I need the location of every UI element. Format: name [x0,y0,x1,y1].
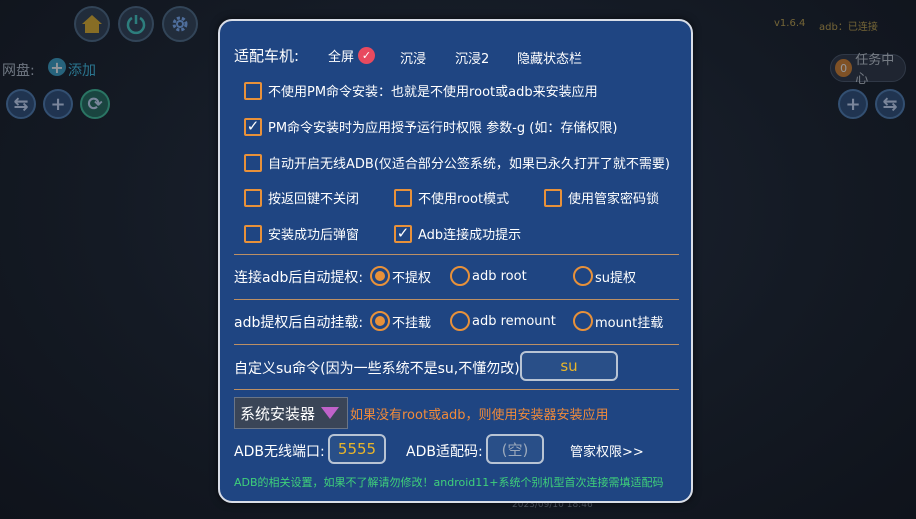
checkbox-pm-grant-permissions[interactable]: ✓ PM命令安装时为应用授予运行时权限 参数-g (如：存储权限) [244,117,617,136]
checkbox-no-root-mode[interactable]: 不使用root模式 [394,188,509,207]
auto-mount-row: adb提权后自动挂载: [234,312,363,332]
footer-note: ADB的相关设置，如果不了解请勿修改！android11+系统个别机型首次连接需… [234,474,664,490]
plus-icon[interactable]: + [43,89,73,119]
task-center-button[interactable]: 0 任务中心 [830,53,906,87]
installer-hint: 如果没有root或adb，则使用安装器安装应用 [350,404,609,423]
car-adapt-option-immersive2[interactable]: 沉浸2 [455,48,489,67]
installer-dropdown[interactable]: 系统安装器 [234,397,348,429]
adb-pair-input[interactable]: (空) [486,434,544,464]
auto-grant-row: 连接adb后自动提权: [234,267,363,287]
auto-mount-label: adb提权后自动挂载: [234,315,364,331]
checkbox-label: 安装成功后弹窗 [268,228,360,243]
checkbox-label: 使用管家密码锁 [568,192,660,207]
netdisk-label: 网盘: [2,63,35,79]
su-command-row: 自定义su命令(因为一些系统不是su,不懂勿改): [234,358,524,378]
divider [234,389,679,390]
checkbox-box[interactable] [244,224,262,243]
radio-label: adb root [472,268,527,284]
option-label: 沉浸 [400,52,427,67]
su-command-input[interactable]: su [520,351,618,381]
radio-button[interactable] [573,266,593,286]
manager-permission-text: 管家权限>> [570,445,644,460]
settings-dialog: 适配车机: 全屏 ✓ 沉浸 沉浸2 隐藏状态栏 不使用PM命令安装：也就是不使用… [218,19,693,503]
radio-label: su提权 [595,270,637,286]
installer-hint-text: 如果没有root或adb，则使用安装器安装应用 [350,408,609,423]
manager-permission-link[interactable]: 管家权限>> [570,441,644,460]
radio-button[interactable] [450,266,470,286]
adb-status: adb：已连接 [819,22,878,33]
su-command-label: 自定义su命令(因为一些系统不是su,不懂勿改): [234,361,525,377]
auto-grant-label: 连接adb后自动提权: [234,270,364,286]
checkbox-auto-wireless-adb[interactable]: 自动开启无线ADB(仅适合部分公签系统，如果已永久打开了就不需要) [244,153,670,172]
radio-button[interactable] [370,266,390,286]
radio-adb-root[interactable]: adb root [450,266,527,286]
checkbox-install-success-popup[interactable]: 安装成功后弹窗 [244,224,359,243]
add-icon[interactable]: + [48,58,66,77]
power-icon[interactable] [118,6,154,42]
radio-button[interactable] [450,311,470,331]
checkbox-label: 不使用PM命令安装：也就是不使用root或adb来安装应用 [268,85,598,100]
sync-icon[interactable]: ⟳ [80,89,110,119]
car-adapt-label: 适配车机: [234,47,300,65]
adb-port-label: ADB无线端口: [234,444,325,460]
radio-button[interactable] [573,311,593,331]
add-link[interactable]: 添加 [68,60,96,80]
option-label: 隐藏状态栏 [517,52,583,67]
task-center-label: 任务中心 [855,53,895,87]
checkbox-label: 按返回键不关闭 [268,192,360,207]
checkbox-manager-password-lock[interactable]: 使用管家密码锁 [544,188,659,207]
checkbox-label: 不使用root模式 [418,192,510,207]
checkbox-box[interactable]: ✓ [394,224,412,243]
car-adapt-option-hide-statusbar[interactable]: 隐藏状态栏 [517,48,582,67]
divider [234,344,679,345]
car-adapt-option-fullscreen[interactable]: 全屏 ✓ [328,46,376,65]
radio-label: adb remount [472,313,556,329]
adb-pair-row: ADB适配码: [406,441,483,461]
radio-mount[interactable]: mount挂载 [573,311,663,331]
swap-icon[interactable]: ⇆ [6,89,36,119]
adb-port-row: ADB无线端口: [234,441,325,461]
radio-no-grant[interactable]: 不提权 [370,266,431,286]
radio-label: 不挂载 [392,315,432,331]
checkbox-no-pm-install[interactable]: 不使用PM命令安装：也就是不使用root或adb来安装应用 [244,81,598,100]
checkbox-box[interactable] [244,188,262,207]
adb-pair-label: ADB适配码: [406,444,483,460]
option-label: 沉浸2 [455,52,490,67]
swap-icon[interactable]: ⇆ [875,89,905,119]
plus-icon[interactable]: + [838,89,868,119]
checkbox-box[interactable] [394,188,412,207]
check-circle-icon: ✓ [358,47,376,64]
radio-label: 不提权 [392,270,432,286]
checkbox-label: 自动开启无线ADB(仅适合部分公签系统，如果已永久打开了就不需要) [268,157,670,172]
checkbox-adb-connect-tip[interactable]: ✓ Adb连接成功提示 [394,224,521,243]
gear-icon[interactable] [162,6,198,42]
footer-note-text: ADB的相关设置，如果不了解请勿修改！android11+系统个别机型首次连接需… [234,476,664,489]
dropdown-arrow-icon [321,407,340,419]
task-count-badge: 0 [835,59,853,77]
checkbox-box[interactable] [544,188,562,207]
divider [234,299,679,300]
checkbox-back-no-close[interactable]: 按返回键不关闭 [244,188,359,207]
radio-adb-remount[interactable]: adb remount [450,311,556,331]
radio-no-mount[interactable]: 不挂载 [370,311,431,331]
divider [234,254,679,255]
radio-label: mount挂载 [595,315,664,331]
radio-su-grant[interactable]: su提权 [573,266,636,286]
checkbox-label: Adb连接成功提示 [418,228,522,243]
checkbox-box[interactable] [244,153,262,172]
car-adapt-option-immersive[interactable]: 沉浸 [400,48,426,67]
checkbox-label: PM命令安装时为应用授予运行时权限 参数-g (如：存储权限) [268,121,618,136]
version-label: v1.6.4 [774,18,806,29]
checkbox-box[interactable] [244,81,262,100]
installer-selected: 系统安装器 [240,404,316,423]
adb-port-input[interactable]: 5555 [328,434,386,464]
car-adapt-row: 适配车机: [234,45,299,66]
option-label: 全屏 [328,50,355,65]
radio-button[interactable] [370,311,390,331]
home-icon[interactable] [74,6,110,42]
checkbox-box[interactable]: ✓ [244,117,262,136]
